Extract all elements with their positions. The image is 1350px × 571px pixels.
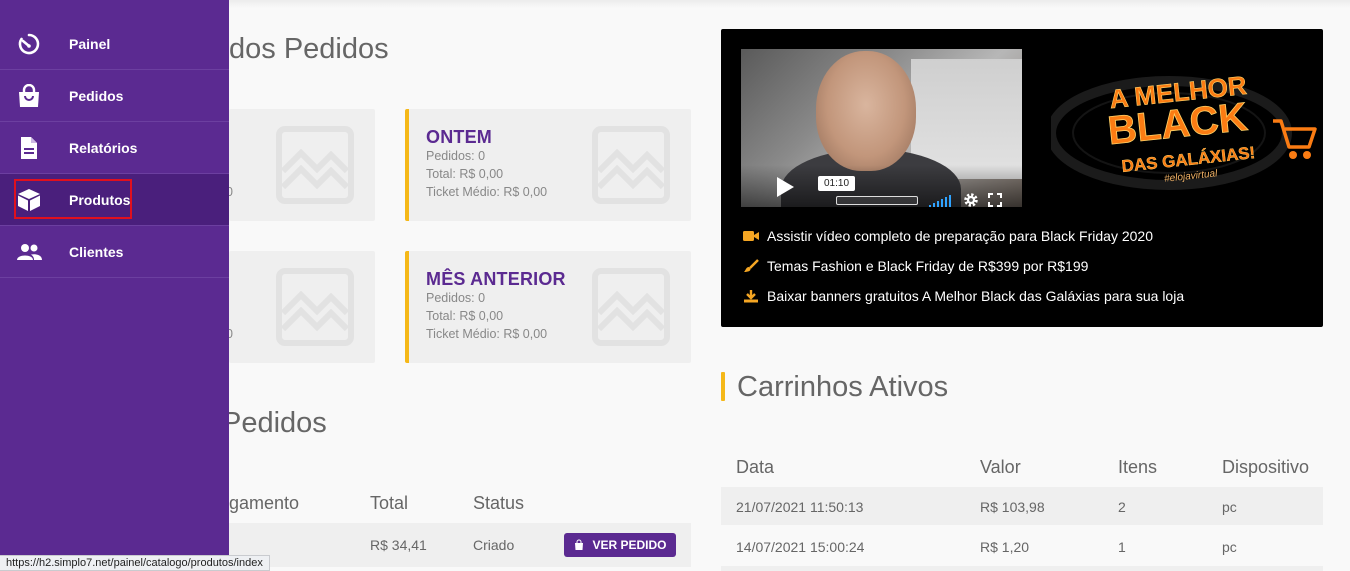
promo-panel: 01:10 A MELHOR BLACK DAS GALÁXIAS! #eloj… [721,29,1323,327]
document-icon [21,137,37,159]
sidebar-item-relatorios[interactable]: Relatórios [0,122,229,174]
cart-value: R$ 103,98 [980,499,1045,515]
volume-icon[interactable] [929,194,951,207]
order-total: R$ 34,41 [370,537,427,553]
summary-card-yesterday: ONTEM Pedidos: 0 Total: R$ 0,00 Ticket M… [405,109,691,221]
orders-col-status: Status [473,493,525,513]
carts-col-value: Valor [980,457,1021,477]
sidebar-item-produtos[interactable]: Produtos [0,174,229,226]
summary-title: dos Pedidos [229,33,389,65]
carts-col-date: Data [736,457,775,477]
cart-items: 1 [1118,539,1126,555]
shopping-bag-icon [19,84,39,107]
sidebar-item-painel[interactable]: Painel [0,18,229,70]
table-row[interactable]: 14/07/2021 15:00:24 R$ 1,20 1 pc [721,527,1323,565]
orders-title: Pedidos [222,407,327,439]
sidebar-item-label: Pedidos [69,88,124,104]
summary-card-today: 0 [226,109,375,221]
sidebar-item-label: Clientes [69,244,124,260]
card-total: Total: R$ 0,00 [426,167,504,181]
card-total: Total: R$ 0,00 [426,309,504,323]
card-pedidos: Pedidos: 0 [426,149,486,163]
promo-link-video[interactable]: Assistir vídeo completo de preparação pa… [743,228,1153,244]
top-shadow [229,0,1350,8]
promo-link-themes[interactable]: Temas Fashion e Black Friday de R$399 po… [743,258,1088,274]
carts-col-items: Itens [1118,457,1158,477]
video-player[interactable]: 01:10 [741,49,1022,207]
sidebar: Painel Pedidos Relatórios Produtos Clien… [0,0,229,571]
gear-icon[interactable] [962,191,980,207]
image-placeholder-icon [592,268,670,346]
summary-card-previous-month: MÊS ANTERIOR Pedidos: 0 Total: R$ 0,00 T… [405,251,691,363]
image-placeholder-icon [276,126,354,204]
cart-device: pc [1222,499,1237,515]
sidebar-item-pedidos[interactable]: Pedidos [0,70,229,122]
sidebar-item-label: Produtos [69,192,131,208]
promo-link-banners[interactable]: Baixar banners gratuitos A Melhor Black … [743,288,1184,304]
cart-items: 2 [1118,499,1126,515]
cart-value: R$ 1,20 [980,539,1030,555]
view-order-button[interactable]: VER PEDIDO [564,533,676,557]
brush-icon [744,259,759,272]
box-icon [18,189,40,211]
card-title: ONTEM [426,127,492,147]
view-order-label: VER PEDIDO [592,538,667,552]
image-placeholder-icon [276,268,354,346]
promo-link-video-label: Assistir vídeo completo de preparação pa… [767,228,1153,244]
carts-col-device: Dispositivo [1222,457,1310,477]
card-title: MÊS ANTERIOR [426,269,566,289]
carts-title: Carrinhos Ativos [737,371,949,403]
carts-title-accent [721,372,725,401]
people-icon [17,244,42,260]
video-time: 01:10 [818,176,855,191]
black-friday-logo: A MELHOR BLACK DAS GALÁXIAS! #elojavirtu… [1051,70,1317,190]
order-status: Criado [473,537,515,553]
video-camera-icon [743,231,759,241]
table-row[interactable]: 21/07/2021 11:50:13 R$ 103,98 2 pc [721,487,1323,525]
fullscreen-icon[interactable] [988,193,1002,207]
summary-card-month: 0 [226,251,375,363]
sidebar-item-clientes[interactable]: Clientes [0,226,229,278]
orders-col-total: Total [370,493,409,513]
timer-icon [18,33,40,55]
table-row [721,566,1323,571]
orders-col-payment: gamento [229,493,300,513]
cart-device: pc [1222,539,1237,555]
image-placeholder-icon [592,126,670,204]
cart-date: 21/07/2021 11:50:13 [736,499,864,515]
shopping-bag-icon [575,539,584,550]
sidebar-item-label: Relatórios [69,140,138,156]
status-bar-url: https://h2.simplo7.net/painel/catalogo/p… [0,555,270,571]
sidebar-item-label: Painel [69,36,111,52]
card-ticket: Ticket Médio: R$ 0,00 [426,327,548,341]
promo-link-banners-label: Baixar banners gratuitos A Melhor Black … [767,288,1185,304]
download-icon [744,290,758,303]
promo-link-themes-label: Temas Fashion e Black Friday de R$399 po… [767,258,1089,274]
card-ticket: Ticket Médio: R$ 0,00 [426,185,548,199]
video-person-face [816,51,916,171]
card-pedidos: Pedidos: 0 [426,291,486,305]
video-progress-track[interactable] [836,196,918,205]
cart-date: 14/07/2021 15:00:24 [736,539,865,555]
play-icon[interactable] [769,172,799,202]
